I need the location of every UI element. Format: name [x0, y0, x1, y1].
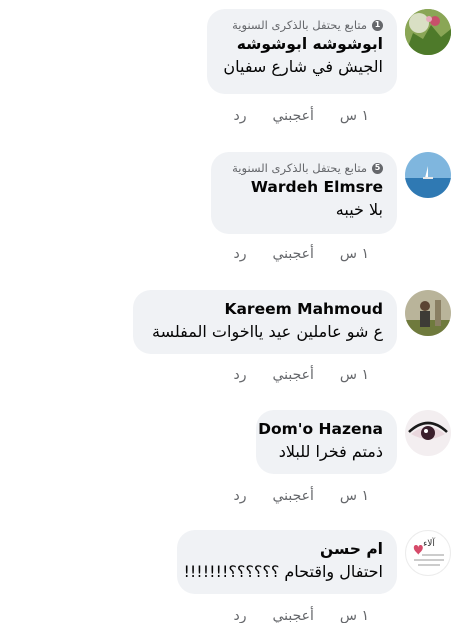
- avatar-logo-text: آلاء: [423, 537, 435, 549]
- badge-label: متابع يحتفل بالذكرى السنوية: [232, 18, 367, 32]
- like-button[interactable]: أعجبني: [273, 606, 314, 623]
- comment-time: ١ س: [339, 108, 369, 124]
- like-button[interactable]: أعجبني: [273, 244, 314, 264]
- avatar[interactable]: [405, 152, 451, 198]
- reply-button[interactable]: رد: [234, 244, 247, 264]
- comment-actions: ١ س أعجبني رد: [234, 606, 369, 623]
- comment-text: ع شو عاملين عيد يااخوات المفلسة: [152, 322, 383, 341]
- reply-button[interactable]: رد: [234, 106, 247, 126]
- comment-author[interactable]: Kareem Mahmoud: [147, 298, 383, 320]
- comment-text: ذمتم فخرا للبلاد: [278, 442, 383, 461]
- comment-bubble: Dom'o Hazena ذمتم فخرا للبلاد: [256, 410, 397, 474]
- comment-author[interactable]: Dom'o Hazena: [258, 418, 383, 440]
- comment-text: بلا خيبه: [335, 200, 383, 219]
- badge-icon: 1: [372, 19, 383, 31]
- reply-button[interactable]: رد: [234, 486, 247, 506]
- comment-time: ١ س: [339, 608, 369, 623]
- comment-text: احتفال واقتحام ؟؟؟؟؟؟!!!!!!!: [183, 562, 383, 581]
- badge-label: متابع يحتفل بالذكرى السنوية: [232, 161, 367, 175]
- comment-time: ١ س: [339, 367, 369, 383]
- comment-actions: ١ س أعجبني رد: [234, 365, 369, 385]
- like-button[interactable]: أعجبني: [273, 486, 314, 506]
- badge-icon: 5: [372, 162, 383, 174]
- comment-actions: ١ س أعجبني رد: [234, 244, 369, 264]
- top-fan-badge: 5 متابع يحتفل بالذكرى السنوية: [225, 160, 383, 176]
- comment-author[interactable]: Wardeh Elmsre: [225, 176, 383, 198]
- comment-author[interactable]: ابوشوشه ابوشوشه: [221, 33, 383, 55]
- reply-button[interactable]: رد: [234, 365, 247, 385]
- comment-time: ١ س: [339, 488, 369, 504]
- comment-author[interactable]: ام حسن: [191, 538, 383, 560]
- comment-text: الجيش في شارع سفيان: [223, 57, 383, 76]
- comment-bubble: 1 متابع يحتفل بالذكرى السنوية ابوشوشه اب…: [207, 9, 397, 94]
- top-fan-badge: 1 متابع يحتفل بالذكرى السنوية: [221, 17, 383, 33]
- avatar[interactable]: [405, 290, 451, 336]
- like-button[interactable]: أعجبني: [273, 106, 314, 126]
- comment-actions: ١ س أعجبني رد: [234, 106, 369, 126]
- avatar[interactable]: [405, 410, 451, 456]
- comment-bubble: Kareem Mahmoud ع شو عاملين عيد يااخوات ا…: [133, 290, 397, 354]
- avatar[interactable]: [405, 9, 451, 55]
- reply-button[interactable]: رد: [234, 606, 247, 623]
- like-button[interactable]: أعجبني: [273, 365, 314, 385]
- comment-bubble: 5 متابع يحتفل بالذكرى السنوية Wardeh Elm…: [211, 152, 397, 234]
- comment-bubble: ام حسن احتفال واقتحام ؟؟؟؟؟؟!!!!!!!: [177, 530, 397, 594]
- comment-actions: ١ س أعجبني رد: [234, 486, 369, 506]
- comment-time: ١ س: [339, 246, 369, 262]
- avatar[interactable]: آلاء: [405, 530, 451, 576]
